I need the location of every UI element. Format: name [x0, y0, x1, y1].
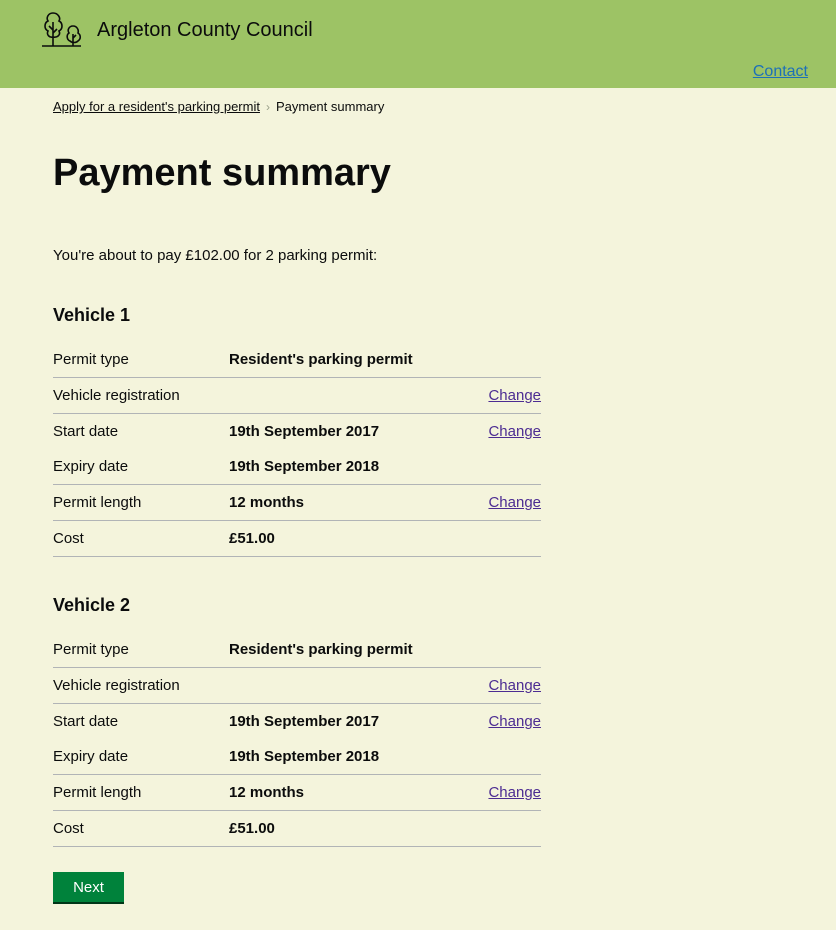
summary-row-vehicle-registration: Vehicle registration Change [53, 668, 541, 704]
summary-row-cost: Cost £51.00 [53, 811, 541, 847]
breadcrumb-current: Payment summary [275, 99, 385, 114]
summary-key: Permit type [53, 641, 129, 658]
summary-key: Expiry date [53, 748, 129, 765]
summary-row-permit-length: Permit length 12 months Change [53, 775, 541, 811]
breadcrumb-parent-link[interactable]: Apply for a resident's parking permit [53, 99, 260, 114]
next-button[interactable]: Next [53, 872, 124, 902]
summary-key: Expiry date [53, 458, 129, 475]
summary-row-permit-length: Permit length 12 months Change [53, 485, 541, 521]
summary-key: Permit type [53, 351, 129, 368]
summary-key: Permit length [53, 494, 142, 511]
change-start-date-link[interactable]: Change [488, 423, 541, 440]
summary-value: £51.00 [229, 530, 275, 547]
vehicle-summary-1: Vehicle 1 Permit type Resident's parking… [53, 306, 541, 557]
summary-row-expiry-date: Expiry date 19th September 2018 [53, 449, 541, 485]
vehicle-heading: Vehicle 2 [53, 595, 131, 615]
summary-key: Cost [53, 820, 84, 837]
summary-row-vehicle-registration: Vehicle registration Change [53, 378, 541, 414]
contact-link[interactable]: Contact [753, 63, 808, 81]
summary-value: Resident's parking permit [229, 351, 413, 368]
payment-intro: You're about to pay £102.00 for 2 parkin… [53, 247, 378, 264]
summary-key: Start date [53, 423, 119, 440]
change-start-date-link[interactable]: Change [488, 713, 541, 730]
logo[interactable]: Argleton County Council [40, 10, 313, 48]
summary-row-expiry-date: Expiry date 19th September 2018 [53, 739, 541, 775]
summary-key: Start date [53, 713, 119, 730]
summary-key: Vehicle registration [53, 677, 180, 694]
summary-value: 19th September 2018 [229, 458, 380, 475]
change-vehicle-registration-link[interactable]: Change [488, 387, 541, 404]
vehicle-heading: Vehicle 1 [53, 305, 131, 325]
change-permit-length-link[interactable]: Change [488, 784, 541, 801]
summary-row-start-date: Start date 19th September 2017 Change [53, 704, 541, 739]
summary-value: Resident's parking permit [229, 641, 413, 658]
summary-key: Permit length [53, 784, 142, 801]
change-permit-length-link[interactable]: Change [488, 494, 541, 511]
summary-row-cost: Cost £51.00 [53, 521, 541, 557]
trees-logo-icon [40, 10, 82, 48]
summary-row-start-date: Start date 19th September 2017 Change [53, 414, 541, 449]
summary-value: £51.00 [229, 820, 275, 837]
page-title: Payment summary [53, 152, 391, 194]
org-name: Argleton County Council [97, 19, 313, 41]
summary-value: 19th September 2018 [229, 748, 380, 765]
change-vehicle-registration-link[interactable]: Change [488, 677, 541, 694]
site-header: Argleton County Council Contact [0, 0, 836, 88]
summary-row-permit-type: Permit type Resident's parking permit [53, 632, 541, 668]
summary-key: Cost [53, 530, 84, 547]
summary-key: Vehicle registration [53, 387, 180, 404]
breadcrumb: Apply for a resident's parking permit › … [53, 99, 384, 114]
vehicle-summary-2: Vehicle 2 Permit type Resident's parking… [53, 596, 541, 847]
summary-row-permit-type: Permit type Resident's parking permit [53, 342, 541, 378]
chevron-right-icon: › [265, 99, 270, 114]
